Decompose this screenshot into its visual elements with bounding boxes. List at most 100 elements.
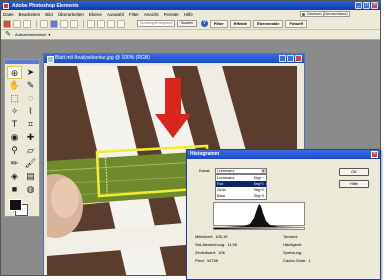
menu-fenster[interactable]: Fenster	[164, 12, 179, 17]
browser-icon[interactable]	[97, 19, 105, 28]
app-title: Adobe Photoshop Elements	[12, 2, 79, 9]
pencil-tool-icon[interactable]: ✏	[7, 157, 22, 170]
ok-button[interactable]: OK	[339, 168, 369, 176]
stat-value: 106	[218, 250, 225, 255]
histogram-curve	[224, 204, 294, 227]
healing-brush-icon[interactable]: ✚	[23, 131, 38, 144]
chevron-down-icon[interactable]: ▾	[48, 32, 50, 37]
stat-label: Häufigkeit:	[283, 242, 302, 247]
stat-count: Häufigkeit:	[283, 242, 304, 247]
stat-label: Pixel:	[195, 258, 205, 263]
toolbox: ⊕ ➤ ✋ ✎ ⬚ ◌ ✧ ⌇ T ⌗ ◉ ✚ ⚲ ▱ ✏ 🖌 ◈ ▤ ■ ◍	[4, 59, 40, 217]
eyedropper-tool-icon[interactable]: ✎	[23, 79, 38, 92]
document-title[interactable]: Blatt mit Analysekontur.jpg @ 100% (RGB)	[44, 54, 304, 63]
eyedropper-icon: ✎	[5, 31, 11, 38]
channel-select-value: Luminanz	[217, 168, 235, 173]
language-indicator[interactable]: Deutsch (Deutschland)	[300, 11, 350, 17]
stat-stddev: Std-Abweichung: 11,98	[195, 242, 237, 247]
histogram-graph	[213, 202, 305, 227]
stat-percentile: Spreizung:	[283, 250, 304, 255]
marquee-tool-icon[interactable]: ⬚	[7, 92, 22, 105]
tab-fotoeffekte[interactable]: Fotoeff	[285, 19, 308, 28]
stat-label: Tonwert:	[283, 234, 299, 239]
stat-label: Zentralwert:	[195, 250, 217, 255]
foreground-color-swatch[interactable]	[9, 199, 22, 211]
menu-filter[interactable]: Filter	[129, 12, 139, 17]
menu-bar: Datei Bearbeiten Bild Überarbeiten Ebene…	[1, 10, 380, 18]
web-icon[interactable]	[107, 19, 115, 28]
tab-effekte[interactable]: Effekte	[229, 19, 251, 28]
lasso-tool-icon[interactable]: ◌	[23, 92, 38, 105]
stat-value: 1	[308, 258, 311, 263]
channel-option-label: Rot	[217, 181, 224, 186]
stat-mean: Mittelwert: 105,19	[195, 234, 227, 239]
channel-option-label: Grün	[217, 187, 226, 192]
redo-icon[interactable]	[70, 19, 78, 28]
quickfix-icon[interactable]	[87, 19, 95, 28]
move-tool-icon[interactable]: ➤	[23, 66, 38, 79]
close-button[interactable]: ×	[371, 2, 378, 9]
channel-shortcut: Strg+3	[253, 194, 264, 198]
undo-icon[interactable]	[60, 19, 68, 28]
brush-tool-icon[interactable]: 🖌	[23, 157, 38, 170]
new-file-icon[interactable]	[3, 19, 11, 28]
channel-label: Kanal:	[199, 168, 211, 173]
hand-tool-icon[interactable]: ✋	[7, 79, 22, 92]
options-bar: ✎ Aufnahmebereich ▾	[1, 30, 380, 40]
tab-ebenenstile[interactable]: Ebenenstile	[253, 19, 284, 28]
print-icon[interactable]	[40, 19, 48, 28]
maximize-button[interactable]: □	[363, 2, 370, 9]
text-tool-icon[interactable]: T	[7, 118, 22, 131]
bucket-tool-icon[interactable]: ◈	[7, 170, 22, 183]
filmstrip-icon[interactable]	[117, 19, 125, 28]
crop-tool-icon[interactable]: ⌗	[23, 118, 38, 131]
toolbar-divider	[36, 19, 37, 28]
selection-brush-icon[interactable]: ⌇	[23, 105, 38, 118]
search-input[interactable]: Suchbegriff eingeben	[137, 20, 175, 27]
channel-dropdown-list: Luminanz Strg+~ Rot Strg+1 Grün Strg+2 Blau…	[215, 174, 267, 200]
help-icon[interactable]: ?	[200, 20, 208, 27]
doc-minimize-button[interactable]	[279, 55, 286, 62]
menu-bild[interactable]: Bild	[45, 12, 53, 17]
stat-value: 11,98	[227, 242, 237, 247]
app-icon	[3, 2, 9, 9]
menu-datei[interactable]: Datei	[3, 12, 14, 17]
eraser-tool-icon[interactable]: ▱	[23, 144, 38, 157]
stamp-tool-icon[interactable]: ⚲	[7, 144, 22, 157]
magic-wand-icon[interactable]: ✧	[7, 105, 22, 118]
menu-ansicht[interactable]: Ansicht	[144, 12, 159, 17]
gradient-tool-icon[interactable]: ▤	[23, 170, 38, 183]
shape-tool-icon[interactable]: ■	[7, 183, 22, 196]
save-icon[interactable]	[23, 19, 31, 28]
chevron-down-icon[interactable]: ▼	[261, 169, 266, 173]
stat-median: Zentralwert: 106	[195, 250, 225, 255]
zoom-tool-icon[interactable]: ⊕	[7, 66, 22, 79]
open-icon[interactable]	[13, 19, 21, 28]
menu-auswahl[interactable]: Auswahl	[107, 12, 124, 17]
tab-filter[interactable]: Filter	[209, 19, 228, 28]
menu-ebene[interactable]: Ebene	[89, 12, 102, 17]
menu-hilfe[interactable]: Hilfe	[184, 12, 193, 17]
menu-ueberarbeiten[interactable]: Überarbeiten	[58, 12, 84, 17]
stat-label: Std-Abweichung:	[195, 242, 226, 247]
toolbar-divider	[83, 19, 84, 28]
sample-size-label[interactable]: Aufnahmebereich	[15, 32, 46, 37]
histogram-title[interactable]: Histogramm	[187, 150, 380, 159]
doc-close-button[interactable]	[295, 55, 302, 62]
help-button[interactable]: Hilfe	[339, 180, 369, 188]
toolbox-header[interactable]	[5, 60, 39, 64]
stat-value: 34758	[206, 258, 218, 263]
stat-value: 105,19	[215, 234, 228, 239]
doc-maximize-button[interactable]	[287, 55, 294, 62]
minimize-button[interactable]: _	[355, 2, 362, 9]
redeye-tool-icon[interactable]: ◉	[7, 131, 22, 144]
search-button[interactable]: Suchen	[177, 20, 197, 27]
histogram-close-button[interactable]: ×	[371, 151, 378, 158]
channel-option-blau[interactable]: Blau Strg+3	[216, 193, 266, 199]
email-icon[interactable]	[50, 19, 58, 28]
blur-tool-icon[interactable]: ◍	[23, 183, 38, 196]
stat-label: Cache-Stufe:	[283, 258, 307, 263]
stat-cache-level: Cache-Stufe: 1	[283, 258, 311, 263]
menu-bearbeiten[interactable]: Bearbeiten	[19, 12, 41, 17]
stat-pixels: Pixel: 34758	[195, 258, 218, 263]
